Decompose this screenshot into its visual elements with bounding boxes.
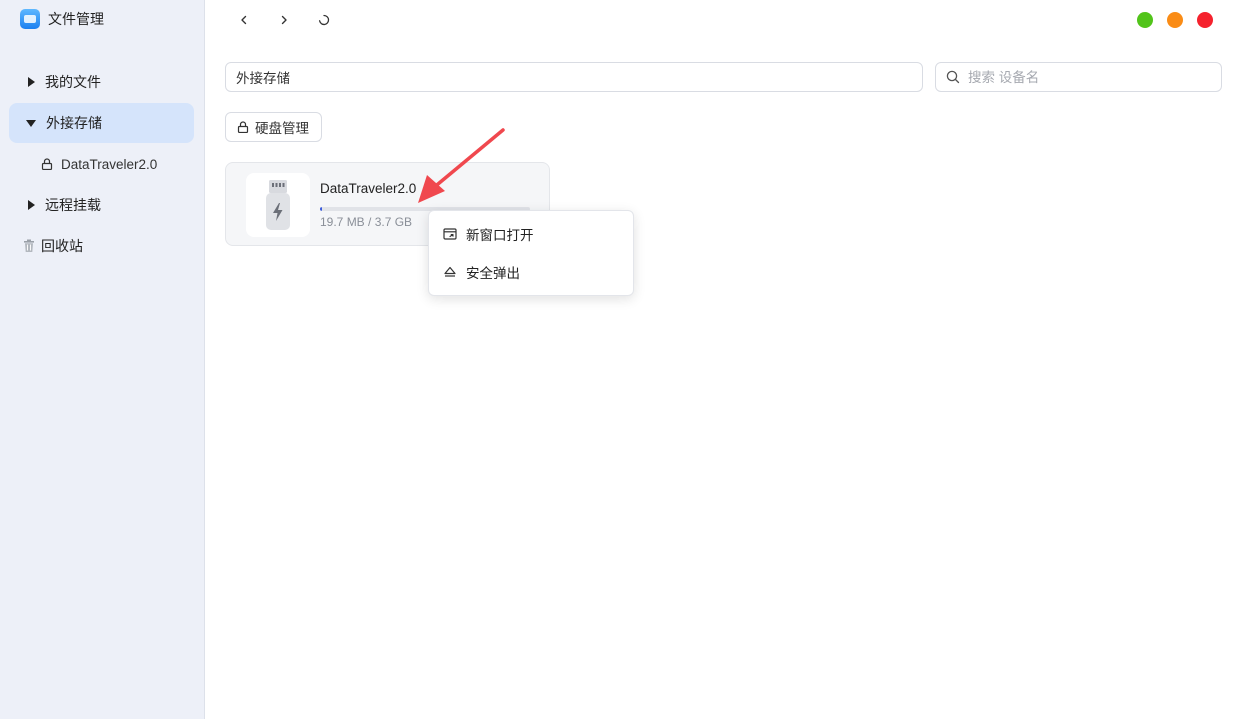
sidebar-item-datatraveler[interactable]: DataTraveler2.0 (9, 144, 194, 184)
disk-manage-button[interactable]: 硬盘管理 (225, 112, 322, 142)
sidebar-item-label: 我的文件 (45, 74, 101, 90)
path-text: 外接存储 (236, 71, 290, 86)
close-button[interactable] (1197, 12, 1213, 28)
sidebar-item-remote-mount[interactable]: 远程挂载 (9, 185, 194, 225)
sidebar-item-external-storage[interactable]: 外接存储 (9, 103, 194, 143)
sidebar-item-label: 回收站 (41, 238, 83, 254)
back-button[interactable] (234, 10, 254, 30)
trash-icon (24, 239, 34, 252)
menu-item-safe-eject[interactable]: 安全弹出 (429, 254, 633, 290)
menu-item-open-new-window[interactable]: 新窗口打开 (429, 216, 633, 252)
chevron-right-icon (281, 15, 287, 25)
sidebar-item-label: DataTraveler2.0 (61, 156, 158, 172)
context-menu: 新窗口打开 安全弹出 (428, 210, 634, 296)
disk-manage-label: 硬盘管理 (255, 121, 309, 136)
sidebar-item-label: 远程挂载 (45, 197, 101, 213)
caret-right-icon (28, 77, 35, 87)
usb-drive-icon (246, 173, 310, 237)
search-icon (946, 70, 960, 84)
device-size: 19.7 MB / 3.7 GB (320, 215, 413, 229)
chevron-left-icon (241, 15, 247, 25)
search-input[interactable] (968, 69, 1208, 85)
storage-progress-fill (320, 207, 323, 211)
refresh-icon (318, 14, 330, 26)
lock-icon (41, 158, 53, 170)
forward-button[interactable] (274, 10, 294, 30)
lock-icon (237, 121, 249, 133)
menu-item-label: 安全弹出 (466, 266, 520, 281)
path-input[interactable]: 外接存储 (225, 62, 923, 92)
sidebar-item-label: 外接存储 (46, 115, 102, 131)
folder-app-icon (20, 9, 40, 29)
refresh-button[interactable] (314, 10, 334, 30)
app-name: 文件管理 (48, 11, 104, 27)
annotation-arrow-icon (418, 128, 505, 203)
sidebar-item-recycle-bin[interactable]: 回收站 (9, 226, 194, 266)
device-name: DataTraveler2.0 (320, 181, 417, 196)
menu-item-label: 新窗口打开 (466, 228, 534, 243)
minimize-button[interactable] (1167, 12, 1183, 28)
new-window-icon (443, 228, 457, 240)
eject-icon (444, 266, 456, 277)
maximize-button[interactable] (1137, 12, 1153, 28)
caret-down-icon (26, 119, 36, 127)
sidebar: 文件管理 我的文件 外接存储 DataTraveler2.0 远程挂载 回收站 (0, 0, 205, 719)
caret-right-icon (28, 200, 35, 210)
search-box[interactable] (935, 62, 1222, 92)
sidebar-item-my-files[interactable]: 我的文件 (9, 62, 194, 102)
app-title: 文件管理 (20, 9, 104, 29)
